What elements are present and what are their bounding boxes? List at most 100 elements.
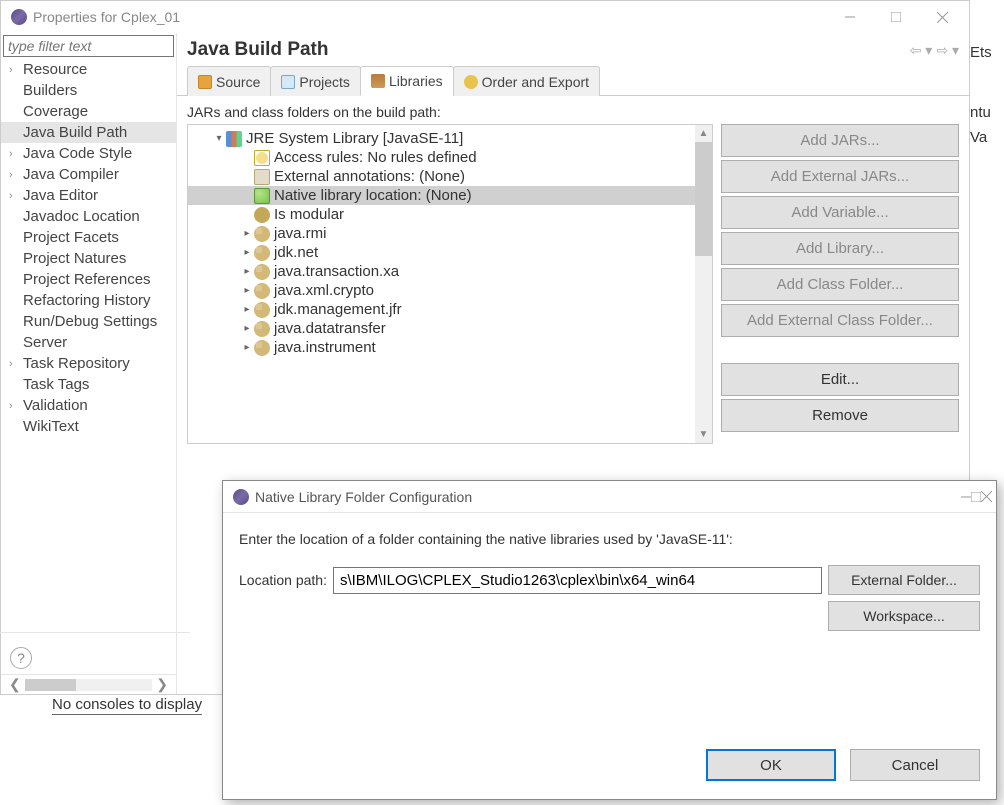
chevron-right-icon[interactable]: ▸ [240,266,254,277]
libraries-tree[interactable]: ▾JRE System Library [JavaSE-11]Access ru… [188,125,695,443]
add-variable-button[interactable]: Add Variable... [721,196,959,229]
eclipse-icon [11,9,27,25]
cancel-button[interactable]: Cancel [850,749,980,781]
nav-item[interactable]: WikiText [1,416,176,437]
nav-item-label: Coverage [23,103,88,120]
dialog-close-button[interactable] [981,489,992,505]
workspace-button[interactable]: Workspace... [828,601,980,631]
nav-item[interactable]: Refactoring History [1,290,176,311]
pkg-icon [254,226,270,242]
pkg-icon [254,264,270,280]
back-icon[interactable]: ⇦ ▾ [910,42,933,59]
location-path-input[interactable] [333,567,822,594]
ok-button[interactable]: OK [706,749,836,781]
chevron-right-icon: › [9,169,23,181]
nav-item-label: Run/Debug Settings [23,313,157,330]
lib-tree-row[interactable]: ▸jdk.management.jfr [188,300,695,319]
nav-item-label: Java Editor [23,187,98,204]
nav-item[interactable]: ›Java Editor [1,185,176,206]
lib-tree-label: Native library location: (None) [274,187,472,204]
pkg-icon [254,340,270,356]
pkg-icon [254,321,270,337]
libraries-vertical-scrollbar[interactable]: ▲ ▼ [695,125,712,443]
lib-tree-row[interactable]: Native library location: (None) [188,186,695,205]
minimize-button[interactable] [827,1,873,33]
maximize-button[interactable] [873,1,919,33]
external-folder-button[interactable]: External Folder... [828,565,980,595]
tab-libraries[interactable]: Libraries [360,66,454,96]
lib-tree-row[interactable]: ▾JRE System Library [JavaSE-11] [188,129,695,148]
nav-item[interactable]: Task Tags [1,374,176,395]
chevron-right-icon[interactable]: ▸ [240,323,254,334]
add-external-class-folder-button[interactable]: Add External Class Folder... [721,304,959,337]
scroll-up-icon[interactable]: ▲ [695,125,712,142]
lib-tree-row[interactable]: ▸ java.rmi [188,224,695,243]
tab-label: Projects [299,74,350,90]
lib-tree-label: Access rules: No rules defined [274,149,477,166]
chevron-right-icon: › [9,148,23,160]
dialog-maximize-button[interactable] [971,489,981,505]
chevron-right-icon[interactable]: ▸ [240,285,254,296]
lib-tree-row[interactable]: Is modular [188,205,695,224]
nav-item[interactable]: Project References [1,269,176,290]
chevron-right-icon[interactable]: ▸ [240,304,254,315]
filter-input[interactable] [3,35,174,57]
chevron-right-icon[interactable]: ▸ [240,342,254,353]
lib-tree-row[interactable]: External annotations: (None) [188,167,695,186]
lib-tree-row[interactable]: ▸java.datatransfer [188,319,695,338]
dialog-minimize-button[interactable] [961,489,971,505]
nav-item-label: Java Compiler [23,166,119,183]
lib-tree-row[interactable]: ▸java.xml.crypto [188,281,695,300]
lib-tree-label: java.transaction.xa [274,263,399,280]
tab-order-export[interactable]: Order and Export [453,66,600,96]
lib-tree-row[interactable]: ▸java.instrument [188,338,695,357]
forward-icon[interactable]: ⇨ ▾ [936,42,959,59]
nav-item-label: Project References [23,271,151,288]
bg-label: Va [970,125,1004,150]
nav-item[interactable]: ›Validation [1,395,176,416]
titlebar: Properties for Cplex_01 [1,1,969,33]
nav-item[interactable]: ›Task Repository [1,353,176,374]
nav-item[interactable]: Server [1,332,176,353]
chevron-down-icon[interactable]: ▾ [212,133,226,144]
order-export-icon [464,75,478,89]
nav-item[interactable]: Builders [1,80,176,101]
nav-item[interactable]: Run/Debug Settings [1,311,176,332]
tab-label: Order and Export [482,74,589,90]
add-library-button[interactable]: Add Library... [721,232,959,265]
nav-item[interactable]: ›Resource [1,59,176,80]
lib-tree-label: Is modular [274,206,344,223]
bg-label: ntu [970,100,1004,125]
lib-tree-row[interactable]: ▸jdk.net [188,243,695,262]
close-button[interactable] [919,1,965,33]
lib-tree-row[interactable]: ▸ java.transaction.xa [188,262,695,281]
tab-projects[interactable]: Projects [270,66,361,96]
nav-item[interactable]: Javadoc Location [1,206,176,227]
nav-item[interactable]: Project Facets [1,227,176,248]
lib-tree-label: java.rmi [274,225,327,242]
left-panel: ›ResourceBuilders Coverage Java Build Path… [1,33,177,694]
nav-item[interactable]: Java Build Path [1,122,176,143]
chevron-right-icon[interactable]: ▸ [240,228,254,239]
tabs: Source Projects Libraries Order and Expo… [177,65,969,96]
window-title: Properties for Cplex_01 [33,9,827,25]
nav-item[interactable]: Project Natures [1,248,176,269]
nav-item[interactable]: ›Java Compiler [1,164,176,185]
pkg-icon [254,302,270,318]
nav-item[interactable]: ›Java Code Style [1,143,176,164]
tab-source[interactable]: Source [187,66,271,96]
tab-label: Source [216,74,260,90]
add-jars-button[interactable]: Add JARs... [721,124,959,157]
add-class-folder-button[interactable]: Add Class Folder... [721,268,959,301]
console-message: No consoles to display [52,696,202,715]
edit-button[interactable]: Edit... [721,363,959,396]
add-external-jars-button[interactable]: Add External JARs... [721,160,959,193]
nav-item-label: Server [23,334,67,351]
lib-tree-row[interactable]: Access rules: No rules defined [188,148,695,167]
remove-button[interactable]: Remove [721,399,959,432]
help-icon[interactable]: ? [10,647,32,669]
scroll-down-icon[interactable]: ▼ [695,426,712,443]
nav-item[interactable]: Coverage [1,101,176,122]
chevron-right-icon[interactable]: ▸ [240,247,254,258]
pkg-icon [254,283,270,299]
